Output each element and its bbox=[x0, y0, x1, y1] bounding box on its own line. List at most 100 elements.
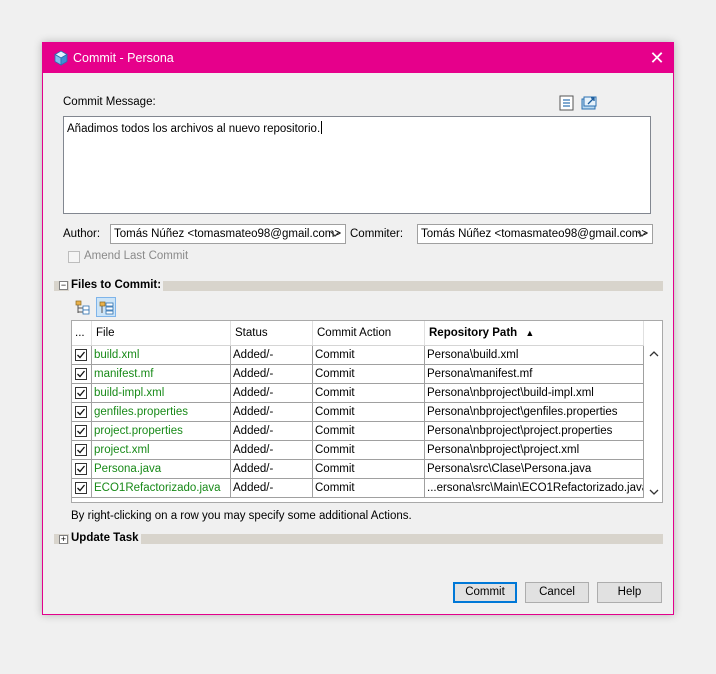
row-select-cell[interactable] bbox=[72, 421, 92, 441]
column-header-select[interactable]: ... bbox=[72, 321, 92, 346]
table-row[interactable]: project.xml Added/- Commit Persona\nbprojec… bbox=[72, 440, 644, 460]
file-name-cell[interactable]: genfiles.properties bbox=[91, 402, 231, 422]
commit-action-cell[interactable]: Commit bbox=[312, 459, 425, 479]
file-name-cell[interactable]: manifest.mf bbox=[91, 364, 231, 384]
table-row[interactable]: ECO1Refactorizado.java Added/- Commit ...er… bbox=[72, 478, 644, 498]
recent-messages-icon[interactable] bbox=[558, 94, 576, 112]
checkbox-checked-icon bbox=[77, 484, 86, 492]
checkbox-checked-icon bbox=[77, 446, 86, 454]
row-select-cell[interactable] bbox=[72, 440, 92, 460]
commit-button[interactable]: Commit bbox=[453, 582, 517, 603]
window-title: Commit - Persona bbox=[73, 51, 174, 65]
scroll-down-icon[interactable] bbox=[649, 488, 659, 496]
committer-value: Tomás Núñez <tomasmateo98@gmail.com> bbox=[421, 228, 649, 240]
scroll-up-icon[interactable] bbox=[649, 350, 659, 358]
help-button[interactable]: Help bbox=[597, 582, 662, 603]
file-name-cell[interactable]: ECO1Refactorizado.java bbox=[91, 478, 231, 498]
commit-action-cell[interactable]: Commit bbox=[312, 345, 425, 365]
commit-action-cell[interactable]: Commit bbox=[312, 383, 425, 403]
files-table[interactable]: ... File Status Commit Action Repository… bbox=[71, 320, 663, 503]
repository-path-cell: Persona\nbproject\project.xml bbox=[424, 440, 644, 460]
repository-path-cell: Persona\nbproject\genfiles.properties bbox=[424, 402, 644, 422]
checkbox-checked-icon bbox=[77, 389, 86, 397]
status-cell: Added/- bbox=[230, 383, 313, 403]
author-label: Author: bbox=[63, 228, 101, 240]
row-select-cell[interactable] bbox=[72, 402, 92, 422]
update-section-expand-toggle[interactable]: + bbox=[59, 535, 68, 544]
commit-action-cell[interactable]: Commit bbox=[312, 478, 425, 498]
repository-path-cell: Persona\nbproject\build-impl.xml bbox=[424, 383, 644, 403]
row-select-cell[interactable] bbox=[72, 383, 92, 403]
commit-action-cell[interactable]: Commit bbox=[312, 440, 425, 460]
update-section-bar bbox=[54, 534, 663, 544]
table-header-row: ... File Status Commit Action Repository… bbox=[72, 321, 644, 346]
text-caret bbox=[321, 121, 323, 134]
row-checkbox[interactable] bbox=[75, 481, 87, 494]
table-row[interactable]: manifest.mf Added/- Commit Persona\manifest… bbox=[72, 364, 644, 384]
status-cell: Added/- bbox=[230, 440, 313, 460]
row-checkbox[interactable] bbox=[75, 367, 87, 380]
file-name-cell[interactable]: project.properties bbox=[91, 421, 231, 441]
status-cell: Added/- bbox=[230, 421, 313, 441]
committer-label: Commiter: bbox=[350, 228, 404, 240]
repository-path-cell: Persona\manifest.mf bbox=[424, 364, 644, 384]
row-checkbox[interactable] bbox=[75, 443, 87, 456]
row-checkbox[interactable] bbox=[75, 462, 87, 475]
row-checkbox[interactable] bbox=[75, 405, 87, 418]
flat-view-button[interactable] bbox=[96, 297, 116, 317]
repository-path-header-label: Repository Path bbox=[429, 327, 518, 339]
table-row[interactable]: build-impl.xml Added/- Commit Persona\nbpro… bbox=[72, 383, 644, 403]
checkbox-checked-icon bbox=[77, 427, 86, 435]
table-scrollbar[interactable] bbox=[646, 345, 662, 502]
files-section-title: Files to Commit: bbox=[69, 279, 164, 291]
title-bar[interactable]: Commit - Persona ✕ bbox=[43, 43, 673, 73]
repository-path-cell: Persona\build.xml bbox=[424, 345, 644, 365]
checkbox-checked-icon bbox=[77, 370, 86, 378]
table-row[interactable]: genfiles.properties Added/- Commit Persona\… bbox=[72, 402, 644, 422]
cancel-button[interactable]: Cancel bbox=[525, 582, 589, 603]
update-section-title: Update Task bbox=[69, 532, 141, 544]
row-checkbox[interactable] bbox=[75, 348, 87, 361]
table-row[interactable]: project.properties Added/- Commit Persona\n… bbox=[72, 421, 644, 441]
chevron-down-icon bbox=[637, 231, 647, 237]
row-select-cell[interactable] bbox=[72, 478, 92, 498]
row-checkbox[interactable] bbox=[75, 424, 87, 437]
row-select-cell[interactable] bbox=[72, 364, 92, 384]
netbeans-cube-icon bbox=[54, 50, 68, 66]
row-select-cell[interactable] bbox=[72, 345, 92, 365]
commit-action-cell[interactable]: Commit bbox=[312, 402, 425, 422]
repository-path-cell: Persona\nbproject\project.properties bbox=[424, 421, 644, 441]
status-cell: Added/- bbox=[230, 459, 313, 479]
table-row[interactable]: Persona.java Added/- Commit Persona\src\Cla… bbox=[72, 459, 644, 479]
amend-checkbox[interactable] bbox=[68, 251, 80, 263]
row-select-cell[interactable] bbox=[72, 459, 92, 479]
tree-view-icon[interactable] bbox=[74, 298, 92, 316]
file-name-cell[interactable]: project.xml bbox=[91, 440, 231, 460]
chevron-down-icon bbox=[330, 231, 340, 237]
column-header-commit-action[interactable]: Commit Action bbox=[312, 321, 425, 346]
close-button[interactable]: ✕ bbox=[641, 43, 673, 73]
row-checkbox[interactable] bbox=[75, 386, 87, 399]
commit-message-label: Commit Message: bbox=[63, 96, 156, 108]
load-template-icon[interactable] bbox=[580, 94, 598, 112]
commit-action-cell[interactable]: Commit bbox=[312, 364, 425, 384]
file-name-cell[interactable]: build-impl.xml bbox=[91, 383, 231, 403]
flat-view-icon bbox=[99, 301, 114, 315]
file-name-cell[interactable]: Persona.java bbox=[91, 459, 231, 479]
author-value: Tomás Núñez <tomasmateo98@gmail.com> bbox=[114, 228, 342, 240]
column-header-repository-path[interactable]: Repository Path ▲ bbox=[424, 321, 644, 346]
right-click-hint: By right-clicking on a row you may speci… bbox=[71, 510, 412, 522]
status-cell: Added/- bbox=[230, 402, 313, 422]
committer-combobox[interactable]: Tomás Núñez <tomasmateo98@gmail.com> bbox=[417, 224, 653, 244]
commit-message-textarea[interactable]: Añadimos todos los archivos al nuevo rep… bbox=[63, 116, 651, 214]
status-cell: Added/- bbox=[230, 364, 313, 384]
file-name-cell[interactable]: build.xml bbox=[91, 345, 231, 365]
column-header-file[interactable]: File bbox=[91, 321, 231, 346]
repository-path-cell: ...ersona\src\Main\ECO1Refactorizado.jav… bbox=[424, 478, 644, 498]
table-row[interactable]: build.xml Added/- Commit Persona\build.xml bbox=[72, 345, 644, 365]
column-header-status[interactable]: Status bbox=[230, 321, 313, 346]
author-combobox[interactable]: Tomás Núñez <tomasmateo98@gmail.com> bbox=[110, 224, 346, 244]
commit-action-cell[interactable]: Commit bbox=[312, 421, 425, 441]
files-section-collapse-toggle[interactable]: − bbox=[59, 281, 68, 290]
commit-message-text: Añadimos todos los archivos al nuevo rep… bbox=[67, 123, 321, 135]
